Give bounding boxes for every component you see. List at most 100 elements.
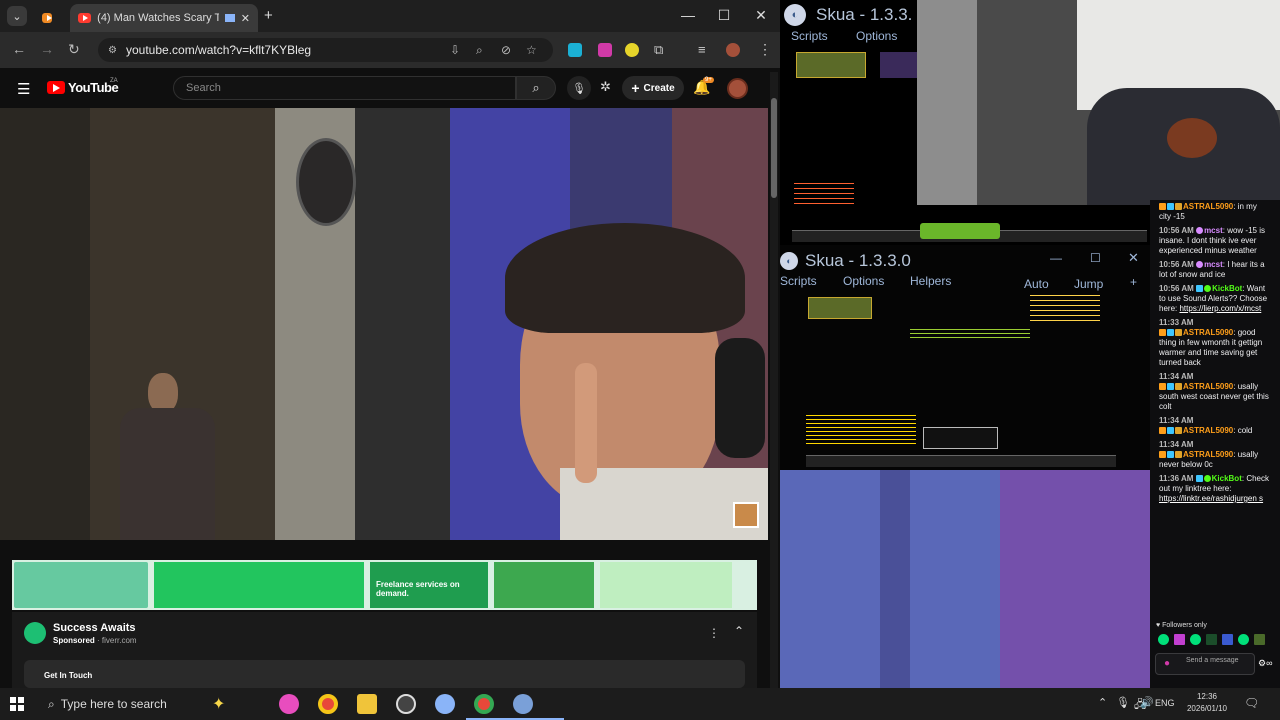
chat-settings-icon[interactable]: ⚙∞ [1258,658,1272,668]
ad-image-text: Freelance services on demand. [370,562,488,608]
player-portrait [796,52,866,78]
chrome-menu-icon[interactable]: ⋮ [758,41,772,58]
chrome-icon[interactable] [474,694,494,714]
ad-image [600,562,732,608]
emote-icon[interactable] [1190,634,1201,645]
site-info-icon[interactable]: ⚙ [108,45,117,56]
emote-icon[interactable] [1238,634,1249,645]
chat-link[interactable]: https://linktr.ee/rashidjurgen s [1159,494,1263,503]
close-tab-icon[interactable]: ✕ [241,12,250,25]
chat-panel: ASTRAL5090: in my city -15 10:56 AM mcst… [1150,200,1280,690]
back-icon[interactable]: ← [12,41,26,57]
close-button[interactable]: ✕ [1128,250,1139,266]
scrollbar[interactable] [770,72,778,688]
app-icon[interactable] [435,694,455,714]
minimize-button[interactable]: — [1050,251,1062,265]
microphone-icon[interactable]: 🎙 [1116,696,1130,709]
ad-banner[interactable]: Freelance services on demand. [12,560,757,610]
ad-card[interactable]: Success Awaits Sponsored · fiverr.com ⋮ … [12,612,757,688]
cast-icon [225,14,235,22]
get-in-touch-button[interactable]: Get In Touch [24,660,745,688]
chat-link[interactable]: https://lierp.com/x/mcst [1179,304,1261,313]
extension-icon[interactable] [568,43,582,57]
badge-icon [1175,427,1182,435]
menu-jump[interactable]: Jump [1074,277,1103,291]
video-player[interactable] [0,108,768,540]
file-explorer-icon[interactable] [357,694,377,714]
copilot-icon[interactable] [279,694,299,714]
reload-icon[interactable]: ↻ [68,41,80,58]
menu-scripts[interactable]: Scripts [791,29,828,43]
hamburger-menu-icon[interactable]: ☰ [17,80,30,98]
scrollbar-thumb[interactable] [771,98,777,198]
badge-icon [1195,475,1203,483]
zoom-icon[interactable]: ⌕ [476,43,483,58]
chat-message: 11:34 AM ASTRAL5090: usally never below 0… [1159,440,1259,469]
chat-message: 11:33 AM ASTRAL5090: good thing in few wm… [1159,318,1263,367]
windows-start-icon[interactable] [10,697,24,711]
badge-icon [1159,427,1166,435]
badge-icon [1175,383,1182,391]
close-window-button[interactable]: ✕ [743,7,779,24]
emote-bar[interactable] [1158,634,1266,645]
emote-picker-icon[interactable]: ● [1164,659,1170,669]
more-options-icon[interactable]: ⋮ [708,626,720,640]
eye-off-icon[interactable]: ⊘ [501,43,511,57]
chevron-up-icon[interactable]: ⌃ [1098,696,1107,709]
obs-icon[interactable] [396,694,416,714]
menu-auto[interactable]: Auto [1024,277,1049,291]
profile-avatar[interactable] [726,43,740,57]
bookmark-star-icon[interactable]: ☆ [526,43,537,57]
clock[interactable]: 12:36 2026/01/10 [1183,691,1231,715]
ad-title[interactable]: Success Awaits [53,622,136,634]
menu-scripts[interactable]: Scripts [780,274,817,288]
person-head [148,373,178,413]
emote-icon[interactable] [1254,634,1265,645]
menu-helpers[interactable]: Helpers [910,274,951,288]
extension-icon[interactable] [598,43,612,57]
tab-search-button[interactable]: ⌄ [7,6,27,26]
room-camera [917,0,1280,205]
game-hotbar[interactable] [806,455,1116,467]
language-indicator[interactable]: ENG [1155,698,1175,708]
add-icon[interactable]: + [1130,275,1137,289]
taskbar-search[interactable]: ⌕ Type here to search [38,688,208,720]
forward-icon[interactable]: → [40,41,54,57]
emote-icon[interactable] [1206,634,1217,645]
tab-active[interactable]: (4) Man Watches Scary TikT ✕ [70,4,258,32]
skill-icons[interactable] [920,223,1000,239]
menu-options[interactable]: Options [843,274,884,288]
channel-watermark[interactable] [733,502,759,528]
volume-icon[interactable]: 🔊 [1140,696,1154,709]
create-button[interactable]: + Create [622,76,684,100]
microphone-icon[interactable]: 🎙 [567,76,591,100]
chrome-icon[interactable] [318,694,338,714]
emote-icon[interactable] [1158,634,1169,645]
gear-icon[interactable]: ✲ [600,79,611,95]
sparkle-icon[interactable]: ✦ [212,694,225,714]
search-icon[interactable]: ⌕ [516,76,556,100]
maximize-button[interactable]: ☐ [706,7,742,24]
install-icon[interactable]: ⇩ [450,43,460,57]
emote-icon[interactable] [1222,634,1233,645]
ad-image [14,562,148,608]
emote-icon[interactable] [1174,634,1185,645]
skua-icon[interactable] [513,694,533,714]
media-control-icon[interactable]: ≡ [698,42,706,57]
collapse-chevron-icon[interactable]: ⌃ [734,624,744,638]
region-code: ZA [110,78,118,84]
maximize-button[interactable]: ☐ [1090,251,1101,265]
account-avatar[interactable] [727,78,748,99]
extensions-puzzle-icon[interactable]: ⧉ [654,42,663,58]
chat-message: 10:56 AM KickBot: Want to use Sound Aler… [1159,284,1268,313]
minimize-button[interactable]: — [670,7,706,23]
tab-pinned[interactable] [34,4,66,32]
new-tab-button[interactable]: + [264,7,273,24]
extension-icon[interactable] [625,43,639,57]
badge-icon [1159,383,1166,391]
youtube-search-input[interactable]: Search [173,76,516,100]
menu-options[interactable]: Options [856,29,897,43]
fiverr-logo-icon [24,622,46,644]
address-bar[interactable]: ⚙ youtube.com/watch?v=kflt7KYBleg ⇩ ⌕ ⊘ … [98,38,553,62]
notification-center-icon[interactable]: 🗨 [1244,696,1259,710]
